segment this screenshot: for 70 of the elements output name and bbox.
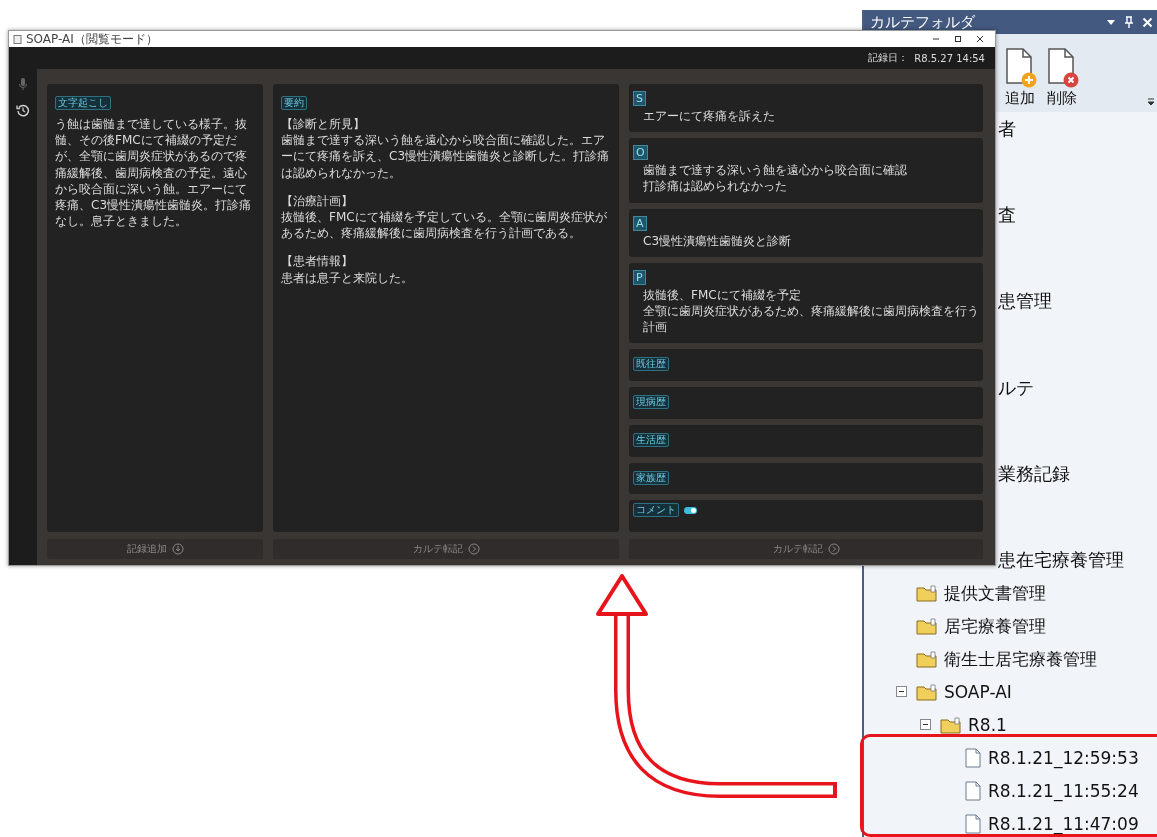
- summary-heading: 【治療計画】: [281, 192, 354, 209]
- footer-button[interactable]: カルテ転記: [273, 539, 619, 559]
- app-icon: [13, 34, 22, 44]
- field-tag: 既往歴: [633, 357, 669, 372]
- tree-item[interactable]: SOAP-AI: [944, 681, 1012, 702]
- footer-button[interactable]: 記録追加: [47, 539, 263, 559]
- folder-icon: [940, 715, 962, 734]
- add-button[interactable]: 追加: [1002, 47, 1038, 108]
- footer-button[interactable]: カルテ転記: [629, 539, 983, 559]
- window-title: SOAP-AI（閲覧モード）: [26, 31, 159, 47]
- tree-item[interactable]: R8.1.21_11:47:09: [988, 813, 1139, 834]
- document-icon: [964, 747, 982, 768]
- dropdown-icon: [1106, 17, 1116, 27]
- tree-item[interactable]: 患在宅療養管理: [998, 542, 1157, 576]
- summary-heading: 【患者情報】: [281, 253, 354, 270]
- comment-toggle[interactable]: [684, 506, 697, 514]
- collapse-box-icon[interactable]: [896, 686, 907, 697]
- soap-letter: P: [633, 269, 646, 285]
- section-tag: 文字起こし: [55, 96, 111, 110]
- folder-icon: [916, 682, 938, 701]
- collapse-box-icon[interactable]: [920, 719, 931, 730]
- tree-item[interactable]: 業務記録: [998, 456, 1157, 490]
- tree-item[interactable]: R8.1.21_11:55:24: [988, 780, 1139, 801]
- tree-item[interactable]: 査: [998, 198, 1157, 232]
- folder-icon: [916, 649, 938, 668]
- soap-letter: A: [633, 215, 647, 231]
- field-tag: 生活歴: [633, 432, 669, 447]
- folder-icon: [916, 616, 938, 635]
- down-arrow-circle-icon: [171, 543, 184, 555]
- pin-icon: [1124, 16, 1134, 28]
- tree-item[interactable]: 者: [998, 112, 1157, 145]
- field-tag: 現病歴: [633, 395, 669, 410]
- soap-text: 歯髄まで達する深いう蝕を遠心から咬合面に確認: [643, 162, 908, 179]
- soap-text: 全顎に歯周炎症状があるため、疼痛緩解後に歯周病検査を行う計画: [643, 302, 979, 336]
- tree-item[interactable]: 衛生士居宅療養管理: [944, 648, 1097, 669]
- soap-text: エアーにて疼痛を訴えた: [643, 108, 776, 125]
- maximize-icon: [953, 34, 963, 44]
- tree-item[interactable]: R8.1.21_12:59:53: [988, 747, 1139, 768]
- soap-text: C3慢性潰瘍性歯髄炎と診断: [643, 232, 792, 249]
- right-arrow-circle-icon: [467, 543, 480, 555]
- tree-item[interactable]: 提供文書管理: [944, 582, 1046, 603]
- field-tag: 家族歴: [633, 470, 669, 485]
- record-date: R8.5.27 14:54: [914, 52, 985, 64]
- transcription-text: う蝕は歯髄まで達している様子。抜髄、その後FMCにて補綴の予定だが、全顎に歯周炎症状があるので疼痛緩解後、歯周病検査の予定。遠心から咬合面に深いう蝕。エアーにて疼痛、C3慢性潰瘍性歯髄炎。打診痛なし。息子ときました。: [55, 116, 252, 230]
- microphone-icon: [17, 77, 29, 91]
- tree-item[interactable]: 患管理: [998, 284, 1157, 318]
- history-icon: [16, 103, 30, 117]
- document-icon: [964, 780, 982, 801]
- tree-item[interactable]: 居宅療養管理: [944, 615, 1046, 636]
- tree-item[interactable]: ルテ: [998, 370, 1157, 404]
- panel-title: カルテフォルダ: [870, 12, 976, 32]
- folder-icon: [916, 583, 938, 602]
- right-arrow-circle-icon: [827, 543, 840, 555]
- record-date-label: 記録日：: [868, 51, 909, 65]
- section-tag: 要約: [281, 96, 307, 110]
- soap-letter: O: [633, 145, 648, 161]
- summary-text: 患者は息子と来院した。: [281, 269, 414, 286]
- delete-button[interactable]: 削除: [1044, 47, 1080, 108]
- soap-letter: S: [633, 91, 646, 106]
- field-tag: コメント: [633, 503, 679, 518]
- soap-text: 抜髄後、FMCにて補綴を予定: [643, 286, 802, 303]
- summary-heading: 【診断と所見】: [281, 116, 366, 133]
- summary-text: 抜髄後、FMCにて補綴を予定している。全顎に歯周炎症状があるため、疼痛緩解後に歯周病検査を行う計画である。: [281, 208, 608, 242]
- document-icon: [964, 813, 982, 834]
- close-icon: [1142, 16, 1153, 28]
- tree-item[interactable]: R8.1: [968, 714, 1007, 735]
- overflow-icon: [1147, 98, 1155, 106]
- summary-text: 歯髄まで達する深いう蝕を遠心から咬合面に確認した。エアーにて疼痛を訴え、C3慢性潰瘍性歯髄炎と診断した。打診痛は認められなかった。: [281, 132, 610, 181]
- close-icon: [975, 34, 985, 44]
- soap-text: 打診痛は認められなかった: [643, 178, 788, 195]
